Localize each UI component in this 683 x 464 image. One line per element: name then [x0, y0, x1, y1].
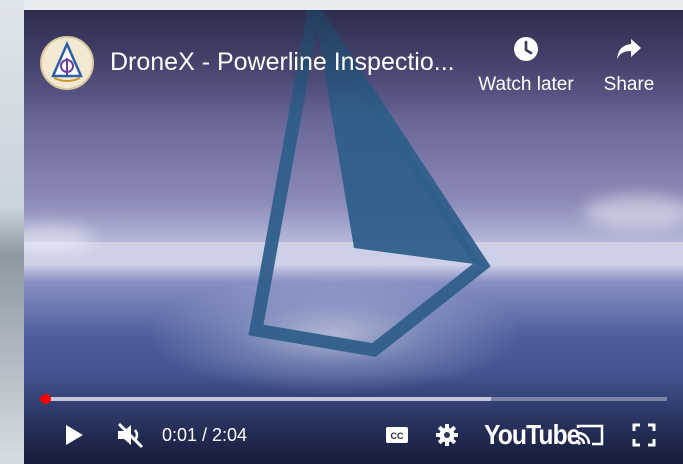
share-button[interactable]: Share — [596, 36, 662, 96]
captions-button[interactable]: CC — [380, 412, 414, 458]
cc-icon: CC — [386, 427, 408, 443]
play-button[interactable] — [54, 412, 94, 458]
fullscreen-icon — [632, 423, 656, 447]
time-display: 0:01 / 2:04 — [162, 425, 248, 445]
svg-text:CC: CC — [391, 431, 404, 441]
gear-icon — [436, 424, 458, 446]
channel-avatar[interactable] — [40, 36, 94, 90]
progress-scrubber-handle[interactable] — [41, 394, 51, 404]
mute-button[interactable] — [110, 412, 150, 458]
watch-later-label: Watch later — [478, 74, 574, 95]
clock-icon — [514, 37, 538, 61]
fullscreen-button[interactable] — [626, 412, 662, 458]
progress-buffered — [40, 397, 492, 401]
share-label: Share — [603, 74, 655, 95]
video-player[interactable]: DroneX - Powerline Inspectio... Watch la… — [24, 10, 683, 464]
play-icon — [66, 425, 83, 445]
video-title[interactable]: DroneX - Powerline Inspectio... — [110, 48, 470, 77]
progress-bar[interactable] — [40, 394, 667, 404]
watch-later-button[interactable]: Watch later — [472, 36, 580, 96]
channel-logo-icon — [51, 40, 83, 82]
share-arrow-icon — [617, 39, 641, 59]
cast-button[interactable] — [572, 412, 608, 458]
settings-button[interactable] — [430, 412, 464, 458]
player-controls: 0:01 / 2:04 CC YouTube — [24, 412, 683, 458]
cast-icon — [576, 424, 604, 446]
muted-speaker-icon — [117, 422, 144, 449]
page-background-left — [0, 0, 24, 464]
youtube-logo[interactable]: YouTube — [484, 419, 580, 451]
